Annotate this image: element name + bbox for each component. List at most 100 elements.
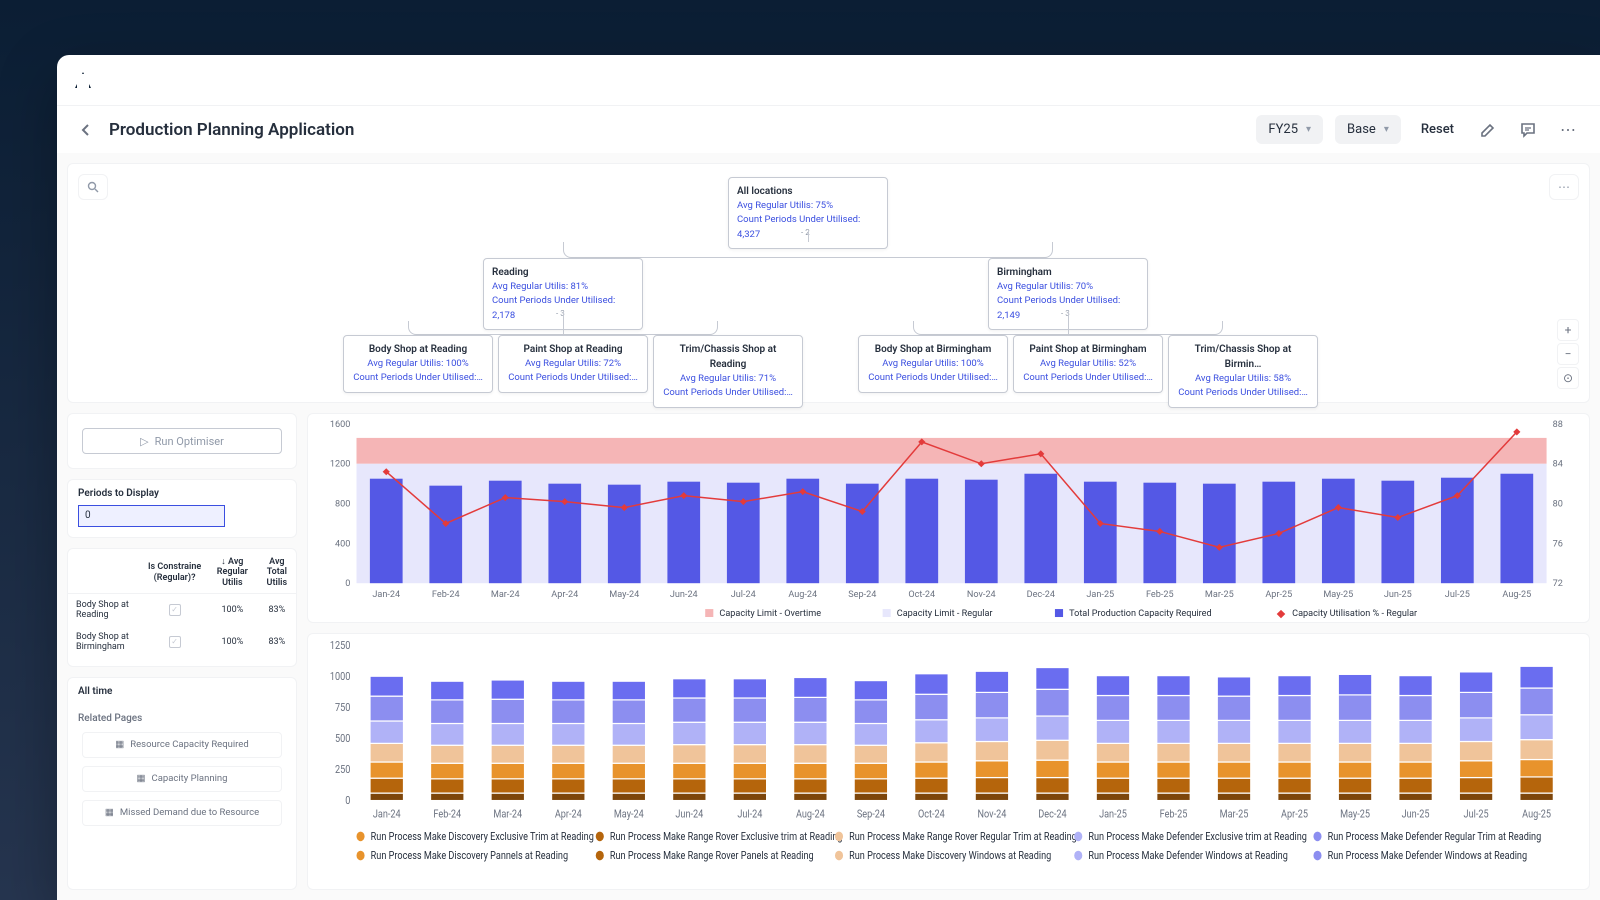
capacity-chart: 0400800120016007276808488Jan-24Feb-24Mar…	[307, 413, 1590, 623]
related-pages-label: Related Pages	[68, 705, 296, 732]
svg-text:1250: 1250	[330, 640, 351, 652]
svg-text:Run Process Make Discovery Exc: Run Process Make Discovery Exclusive Tri…	[371, 831, 594, 843]
svg-text:Apr-25: Apr-25	[1281, 809, 1308, 821]
svg-text:Nov-24: Nov-24	[967, 590, 996, 600]
svg-text:750: 750	[335, 702, 351, 714]
svg-text:Jan-25: Jan-25	[1099, 809, 1127, 821]
svg-text:Run Process Make Range Rover P: Run Process Make Range Rover Panels at R…	[610, 850, 814, 862]
svg-text:88: 88	[1553, 420, 1563, 430]
svg-text:May-24: May-24	[614, 809, 644, 821]
grid-icon: ▦	[115, 739, 124, 750]
periods-label: Periods to Display	[68, 480, 296, 503]
svg-text:Feb-24: Feb-24	[432, 590, 460, 600]
scenario-value: Base	[1347, 122, 1376, 137]
svg-text:Jun-25: Jun-25	[1384, 590, 1412, 600]
node-line: Avg Regular Utilis: 75%	[737, 199, 879, 213]
svg-text:Run Process Make Defender Regu: Run Process Make Defender Regular Trim a…	[1328, 831, 1542, 843]
related-page-link[interactable]: ▦Capacity Planning	[82, 766, 282, 792]
summary-table: Is Constraine (Regular)?↓ Avg Regular Ut…	[68, 553, 296, 658]
svg-text:Jan-24: Jan-24	[373, 809, 401, 821]
svg-text:Jun-24: Jun-24	[675, 809, 703, 821]
svg-text:Jul-25: Jul-25	[1464, 809, 1489, 821]
reset-button[interactable]: Reset	[1413, 118, 1462, 141]
svg-text:72: 72	[1553, 579, 1563, 589]
svg-text:Jun-25: Jun-25	[1402, 809, 1430, 821]
zoom-controls: + − ⊙	[1557, 319, 1579, 389]
svg-text:1000: 1000	[330, 671, 351, 683]
svg-text:Capacity Utilisation % - Regul: Capacity Utilisation % - Regular	[1292, 609, 1417, 619]
svg-text:Jan-25: Jan-25	[1086, 590, 1114, 600]
sidebar: ▷ Run Optimiser Periods to Display Is Co…	[67, 413, 297, 890]
search-icon[interactable]	[78, 174, 108, 200]
svg-text:Dec-24: Dec-24	[1027, 590, 1055, 600]
related-page-link[interactable]: ▦Resource Capacity Required	[82, 732, 282, 758]
svg-text:Dec-24: Dec-24	[1038, 809, 1067, 821]
hierarchy-node[interactable]: Paint Shop at Birmingham Avg Regular Uti…	[1013, 335, 1163, 393]
hierarchy-node[interactable]: Paint Shop at Reading Avg Regular Utilis…	[498, 335, 648, 393]
back-button[interactable]	[75, 119, 97, 141]
fiscal-year-value: FY25	[1268, 122, 1298, 137]
svg-text:84: 84	[1553, 460, 1563, 470]
svg-text:May-25: May-25	[1323, 590, 1353, 600]
hierarchy-node[interactable]: Body Shop at Birmingham Avg Regular Util…	[858, 335, 1008, 393]
zoom-in-button[interactable]: +	[1557, 319, 1579, 341]
all-time-label: All time	[68, 678, 296, 705]
hierarchy-node[interactable]: Trim/Chassis Shop at Reading Avg Regular…	[653, 335, 803, 408]
svg-text:1200: 1200	[330, 460, 350, 470]
node-title: Birmingham	[997, 265, 1139, 280]
zoom-reset-button[interactable]: ⊙	[1557, 367, 1579, 389]
svg-text:Jul-25: Jul-25	[1445, 590, 1470, 600]
svg-text:Run Process Make Defender Wind: Run Process Make Defender Windows at Rea…	[1088, 850, 1287, 862]
app-shell: Production Planning Application FY25 ▾ B…	[57, 55, 1600, 900]
node-line: Avg Regular Utilis: 81%	[492, 280, 634, 294]
run-optimiser-button[interactable]: ▷ Run Optimiser	[82, 428, 282, 454]
svg-text:500: 500	[335, 733, 351, 745]
svg-text:Feb-25: Feb-25	[1160, 809, 1188, 821]
svg-text:Feb-24: Feb-24	[433, 809, 461, 821]
svg-text:250: 250	[335, 764, 351, 776]
hierarchy-node[interactable]: Body Shop at Reading Avg Regular Utilis:…	[343, 335, 493, 393]
fiscal-year-dropdown[interactable]: FY25 ▾	[1256, 115, 1323, 144]
periods-panel: Periods to Display	[67, 479, 297, 538]
node-line: Avg Regular Utilis: 70%	[997, 280, 1139, 294]
related-page-link[interactable]: ▦Missed Demand due to Resource	[82, 800, 282, 826]
svg-text:May-24: May-24	[609, 590, 639, 600]
svg-text:Jul-24: Jul-24	[737, 809, 762, 821]
process-chart: 025050075010001250Jan-24Feb-24Mar-24Apr-…	[307, 633, 1590, 890]
svg-text:800: 800	[335, 500, 350, 510]
run-label: Run Optimiser	[155, 435, 224, 448]
edit-icon[interactable]	[1474, 116, 1502, 144]
svg-text:Total Production Capacity Requ: Total Production Capacity Required	[1069, 609, 1212, 619]
svg-text:Capacity Limit - Overtime: Capacity Limit - Overtime	[719, 609, 821, 619]
svg-text:Mar-24: Mar-24	[491, 590, 520, 600]
svg-text:80: 80	[1553, 500, 1563, 510]
svg-text:Jul-24: Jul-24	[731, 590, 756, 600]
run-panel: ▷ Run Optimiser	[67, 413, 297, 469]
grid-icon: ▦	[137, 773, 146, 784]
periods-input[interactable]	[78, 505, 225, 527]
svg-text:Apr-24: Apr-24	[551, 590, 578, 600]
svg-text:1600: 1600	[330, 420, 350, 430]
svg-text:0: 0	[345, 579, 350, 589]
svg-text:Aug-24: Aug-24	[788, 590, 817, 600]
svg-text:0: 0	[345, 796, 350, 808]
svg-text:Apr-24: Apr-24	[555, 809, 582, 821]
hierarchy-node[interactable]: Trim/Chassis Shop at Birmin… Avg Regular…	[1168, 335, 1318, 408]
more-icon[interactable]: ⋯	[1554, 116, 1582, 144]
comment-icon[interactable]	[1514, 116, 1542, 144]
svg-text:Aug-24: Aug-24	[796, 809, 825, 821]
svg-text:Jan-24: Jan-24	[372, 590, 400, 600]
play-icon: ▷	[140, 435, 148, 448]
node-title: Reading	[492, 265, 634, 280]
panel-more-icon[interactable]: ⋯	[1549, 174, 1579, 200]
scenario-dropdown[interactable]: Base ▾	[1335, 115, 1401, 144]
svg-text:Oct-24: Oct-24	[918, 809, 945, 821]
svg-text:Run Process Make Discovery Pan: Run Process Make Discovery Pannels at Re…	[371, 850, 568, 862]
chevron-down-icon: ▾	[1384, 124, 1389, 135]
svg-text:Mar-25: Mar-25	[1205, 590, 1234, 600]
zoom-out-button[interactable]: −	[1557, 343, 1579, 365]
page-header: Production Planning Application FY25 ▾ B…	[57, 105, 1600, 153]
svg-text:Run Process Make Range Rover E: Run Process Make Range Rover Exclusive t…	[610, 831, 843, 843]
svg-text:Sep-24: Sep-24	[848, 590, 876, 600]
summary-table-panel: Is Constraine (Regular)?↓ Avg Regular Ut…	[67, 548, 297, 667]
